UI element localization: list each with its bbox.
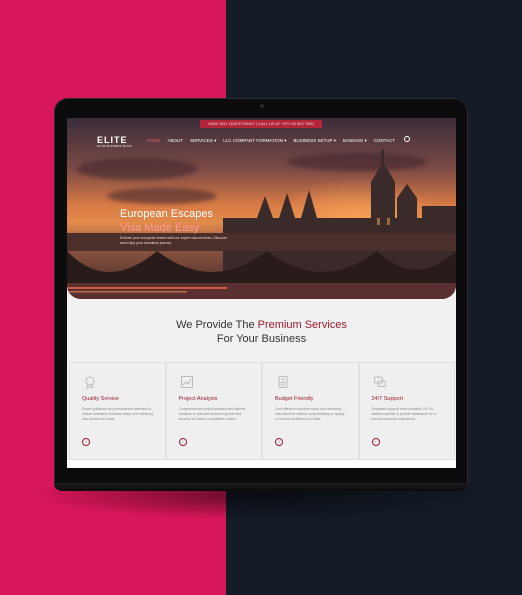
service-card[interactable]: Quality Service Expert guidance and pers…	[69, 362, 166, 460]
section-title: We Provide The Premium Services	[67, 319, 456, 331]
card-title: Project Analysis	[178, 396, 218, 402]
analysis-icon	[180, 376, 193, 388]
budget-icon	[278, 376, 288, 388]
section-title-highlight: Premium Services	[257, 319, 347, 331]
nav-item-banking[interactable]: BANKING ▾	[343, 138, 367, 144]
section-title-prefix: We Provide The	[176, 319, 258, 331]
brand-logo[interactable]: ELITE	[97, 136, 128, 145]
card-title: Budget Friendly	[275, 396, 314, 402]
main-navigation: ELITE ELITE BUSINESS SETUP HOME ABOUT SE…	[97, 136, 437, 150]
hero-title-line2: Visa Made Easy	[120, 222, 200, 234]
nav-item-contact[interactable]: CONTACT	[374, 138, 395, 144]
service-card[interactable]: Project Analysis Comprehensive project a…	[165, 362, 262, 460]
medal-icon	[85, 376, 95, 389]
nav-item-home[interactable]: HOME	[147, 138, 161, 144]
nav-menu: HOME ABOUT SERVICES ▾ LLC COMPANY FORMAT…	[147, 138, 395, 144]
card-text: Dedicated support team available 24/7 to…	[371, 407, 436, 421]
arrow-right-icon[interactable]: ›	[82, 438, 90, 446]
laptop-base	[54, 483, 468, 491]
contact-topbar[interactable]: HAVE ANY QUESTIONS? | CALL US AT +971 50…	[200, 120, 322, 128]
hero-subtitle: Embark your european dream with our expe…	[120, 236, 227, 245]
website-screen: HAVE ANY QUESTIONS? | CALL US AT +971 50…	[67, 118, 456, 468]
nav-item-about[interactable]: ABOUT	[168, 138, 184, 144]
brand-tagline: ELITE BUSINESS SETUP	[97, 145, 133, 148]
camera-dot	[260, 104, 264, 108]
service-cards: Quality Service Expert guidance and pers…	[69, 362, 455, 460]
nav-item-business-setup[interactable]: BUSINESS SETUP ▾	[293, 138, 335, 144]
hero-banner: HAVE ANY QUESTIONS? | CALL US AT +971 50…	[67, 118, 456, 299]
cloud	[77, 158, 197, 180]
service-card[interactable]: Budget Friendly Cost-effective business …	[262, 362, 359, 460]
nav-item-services[interactable]: SERVICES ▾	[190, 138, 216, 144]
arrow-right-icon[interactable]: ›	[178, 438, 187, 446]
card-title: Quality Service	[82, 396, 119, 402]
card-title: 24/7 Support	[371, 396, 404, 402]
page-bottom-strip	[67, 460, 456, 468]
section-title-line2: For Your Business	[216, 333, 307, 345]
cloud	[107, 188, 217, 204]
card-text: Cost-effective business setup and reside…	[275, 407, 345, 421]
hero-title-line1: European Escapes	[120, 208, 213, 220]
service-card[interactable]: 24/7 Support Dedicated support team avai…	[358, 362, 455, 460]
search-icon[interactable]	[404, 136, 410, 142]
arrow-right-icon[interactable]: ›	[275, 438, 283, 446]
arrow-right-icon[interactable]: ›	[371, 438, 380, 446]
nav-item-llc-formation[interactable]: LLC COMPANY FORMATION ▾	[223, 138, 286, 144]
card-text: Expert guidance and personalized attenti…	[82, 407, 154, 421]
card-text: Comprehensive project analysis and tailo…	[178, 407, 246, 421]
support-icon	[373, 376, 386, 387]
